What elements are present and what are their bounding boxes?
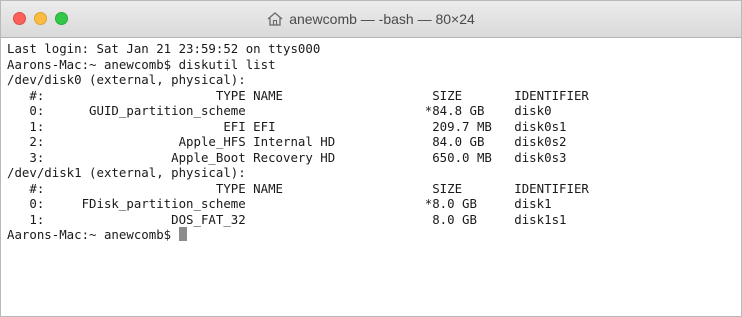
terminal-line: 3: Apple_Boot Recovery HD 650.0 MB disk0… (7, 149, 567, 165)
home-icon (267, 12, 283, 26)
terminal-line: 1: EFI EFI 209.7 MB disk0s1 (7, 118, 567, 134)
text-cursor (178, 227, 187, 241)
terminal-line: Last login: Sat Jan 21 23:59:52 on ttys0… (7, 41, 321, 56)
terminal-line: 2: Apple_HFS Internal HD 84.0 GB disk0s2 (7, 134, 567, 149)
scrollbar[interactable] (727, 38, 741, 316)
terminal-line: #: TYPE NAME SIZE IDENTIFIER (7, 180, 589, 196)
window-title-container: anewcomb — -bash — 80×24 (1, 1, 741, 37)
title-bar[interactable]: anewcomb — -bash — 80×24 (1, 1, 741, 38)
terminal-line: 1: DOS_FAT_32 8.0 GB disk1s1 (7, 211, 567, 227)
shell-prompt: Aarons-Mac:~ anewcomb$ (7, 227, 179, 242)
terminal-line: 0: FDisk_partition_scheme *8.0 GB disk1 (7, 196, 552, 211)
terminal-line: /dev/disk0 (external, physical): (7, 72, 246, 87)
prompt-line[interactable]: Aarons-Mac:~ anewcomb$ (7, 227, 721, 243)
terminal-line: /dev/disk1 (external, physical): (7, 165, 246, 180)
terminal-output[interactable]: Last login: Sat Jan 21 23:59:52 on ttys0… (1, 38, 727, 316)
terminal-line: #: TYPE NAME SIZE IDENTIFIER (7, 87, 589, 103)
terminal-window: anewcomb — -bash — 80×24 Last login: Sat… (0, 0, 742, 317)
terminal-line: 0: GUID_partition_scheme *84.8 GB disk0 (7, 103, 552, 118)
terminal-line: Aarons-Mac:~ anewcomb$ diskutil list (7, 56, 276, 72)
window-title: anewcomb — -bash — 80×24 (289, 11, 475, 27)
